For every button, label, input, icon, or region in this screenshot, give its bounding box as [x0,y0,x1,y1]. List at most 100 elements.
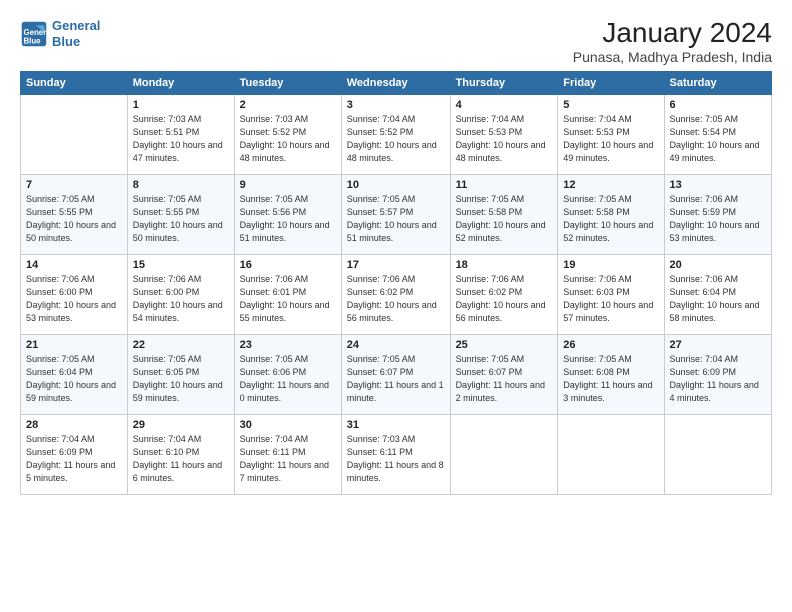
calendar-week-5: 28Sunrise: 7:04 AMSunset: 6:09 PMDayligh… [21,414,772,494]
calendar-cell: 10 Sunrise: 7:05 AMSunset: 5:57 PMDayligh… [341,174,450,254]
calendar-cell: 6 Sunrise: 7:05 AMSunset: 5:54 PMDaylight… [664,94,772,174]
day-number: 27 [670,339,767,351]
day-info: Sunrise: 7:03 AMSunset: 5:51 PMDaylight:… [133,113,229,165]
day-info: Sunrise: 7:06 AMSunset: 6:04 PMDaylight:… [670,273,767,325]
day-number: 11 [456,179,553,191]
day-number: 24 [347,339,445,351]
calendar-header-monday: Monday [127,71,234,94]
calendar-header-friday: Friday [558,71,664,94]
day-info: Sunrise: 7:06 AMSunset: 6:02 PMDaylight:… [456,273,553,325]
day-number: 18 [456,259,553,271]
logo-text: General Blue [52,18,100,49]
day-number: 22 [133,339,229,351]
logo: General Blue General Blue [20,18,100,49]
day-info: Sunrise: 7:06 AMSunset: 6:02 PMDaylight:… [347,273,445,325]
day-info: Sunrise: 7:03 AMSunset: 6:11 PMDaylight:… [347,433,445,485]
calendar-cell: 20 Sunrise: 7:06 AMSunset: 6:04 PMDayligh… [664,254,772,334]
calendar-cell [664,414,772,494]
calendar-cell: 31 Sunrise: 7:03 AMSunset: 6:11 PMDayligh… [341,414,450,494]
day-info: Sunrise: 7:05 AMSunset: 6:07 PMDaylight:… [347,353,445,405]
calendar-cell: 24 Sunrise: 7:05 AMSunset: 6:07 PMDayligh… [341,334,450,414]
day-info: Sunrise: 7:04 AMSunset: 6:09 PMDaylight:… [26,433,122,485]
calendar-cell: 29Sunrise: 7:04 AMSunset: 6:10 PMDayligh… [127,414,234,494]
day-info: Sunrise: 7:05 AMSunset: 5:55 PMDaylight:… [26,193,122,245]
calendar-cell [558,414,664,494]
day-info: Sunrise: 7:06 AMSunset: 6:00 PMDaylight:… [133,273,229,325]
calendar-table: SundayMondayTuesdayWednesdayThursdayFrid… [20,71,772,495]
day-info: Sunrise: 7:06 AMSunset: 6:00 PMDaylight:… [26,273,122,325]
calendar-header-tuesday: Tuesday [234,71,341,94]
day-number: 26 [563,339,658,351]
day-number: 1 [133,99,229,111]
day-number: 19 [563,259,658,271]
day-number: 6 [670,99,767,111]
calendar-cell: 22Sunrise: 7:05 AMSunset: 6:05 PMDayligh… [127,334,234,414]
day-info: Sunrise: 7:05 AMSunset: 5:56 PMDaylight:… [240,193,336,245]
calendar-header-thursday: Thursday [450,71,558,94]
calendar-cell: 21 Sunrise: 7:05 AMSunset: 6:04 PMDayligh… [21,334,128,414]
calendar-header-sunday: Sunday [21,71,128,94]
main-title: January 2024 [573,18,772,49]
calendar-header-row: SundayMondayTuesdayWednesdayThursdayFrid… [21,71,772,94]
calendar-cell: 28Sunrise: 7:04 AMSunset: 6:09 PMDayligh… [21,414,128,494]
day-number: 16 [240,259,336,271]
day-info: Sunrise: 7:05 AMSunset: 6:07 PMDaylight:… [456,353,553,405]
calendar-cell: 16 Sunrise: 7:06 AMSunset: 6:01 PMDayligh… [234,254,341,334]
day-number: 20 [670,259,767,271]
calendar-cell: 23 Sunrise: 7:05 AMSunset: 6:06 PMDayligh… [234,334,341,414]
svg-text:General: General [24,27,49,36]
day-info: Sunrise: 7:05 AMSunset: 6:06 PMDaylight:… [240,353,336,405]
day-number: 12 [563,179,658,191]
calendar-cell: 25Sunrise: 7:05 AMSunset: 6:07 PMDayligh… [450,334,558,414]
day-info: Sunrise: 7:04 AMSunset: 5:53 PMDaylight:… [563,113,658,165]
day-info: Sunrise: 7:05 AMSunset: 5:58 PMDaylight:… [456,193,553,245]
day-number: 8 [133,179,229,191]
header: General Blue General Blue January 2024 P… [20,18,772,65]
day-number: 7 [26,179,122,191]
day-info: Sunrise: 7:05 AMSunset: 5:58 PMDaylight:… [563,193,658,245]
day-info: Sunrise: 7:04 AMSunset: 6:10 PMDaylight:… [133,433,229,485]
calendar-cell: 14Sunrise: 7:06 AMSunset: 6:00 PMDayligh… [21,254,128,334]
day-number: 9 [240,179,336,191]
day-info: Sunrise: 7:03 AMSunset: 5:52 PMDaylight:… [240,113,336,165]
day-info: Sunrise: 7:06 AMSunset: 6:03 PMDaylight:… [563,273,658,325]
calendar-cell: 11 Sunrise: 7:05 AMSunset: 5:58 PMDayligh… [450,174,558,254]
day-number: 15 [133,259,229,271]
day-info: Sunrise: 7:06 AMSunset: 6:01 PMDaylight:… [240,273,336,325]
calendar-cell [450,414,558,494]
day-number: 13 [670,179,767,191]
day-number: 17 [347,259,445,271]
calendar-cell: 13 Sunrise: 7:06 AMSunset: 5:59 PMDayligh… [664,174,772,254]
calendar-cell: 3 Sunrise: 7:04 AMSunset: 5:52 PMDaylight… [341,94,450,174]
day-number: 5 [563,99,658,111]
calendar-cell: 15 Sunrise: 7:06 AMSunset: 6:00 PMDayligh… [127,254,234,334]
calendar-cell: 19 Sunrise: 7:06 AMSunset: 6:03 PMDayligh… [558,254,664,334]
day-info: Sunrise: 7:05 AMSunset: 6:08 PMDaylight:… [563,353,658,405]
day-number: 10 [347,179,445,191]
day-info: Sunrise: 7:05 AMSunset: 5:55 PMDaylight:… [133,193,229,245]
day-info: Sunrise: 7:05 AMSunset: 5:57 PMDaylight:… [347,193,445,245]
day-number: 21 [26,339,122,351]
day-number: 31 [347,419,445,431]
day-number: 30 [240,419,336,431]
calendar-header-saturday: Saturday [664,71,772,94]
calendar-cell: 4Sunrise: 7:04 AMSunset: 5:53 PMDaylight… [450,94,558,174]
day-info: Sunrise: 7:04 AMSunset: 5:52 PMDaylight:… [347,113,445,165]
calendar-cell: 27 Sunrise: 7:04 AMSunset: 6:09 PMDayligh… [664,334,772,414]
calendar-cell: 18 Sunrise: 7:06 AMSunset: 6:02 PMDayligh… [450,254,558,334]
logo-icon: General Blue [20,20,48,48]
day-number: 3 [347,99,445,111]
day-info: Sunrise: 7:06 AMSunset: 5:59 PMDaylight:… [670,193,767,245]
day-info: Sunrise: 7:05 AMSunset: 6:04 PMDaylight:… [26,353,122,405]
subtitle: Punasa, Madhya Pradesh, India [573,49,772,65]
day-number: 23 [240,339,336,351]
calendar-cell: 5 Sunrise: 7:04 AMSunset: 5:53 PMDaylight… [558,94,664,174]
calendar-week-3: 14Sunrise: 7:06 AMSunset: 6:00 PMDayligh… [21,254,772,334]
calendar-cell: 2Sunrise: 7:03 AMSunset: 5:52 PMDaylight… [234,94,341,174]
calendar-cell: 17 Sunrise: 7:06 AMSunset: 6:02 PMDayligh… [341,254,450,334]
day-info: Sunrise: 7:05 AMSunset: 5:54 PMDaylight:… [670,113,767,165]
calendar-week-2: 7 Sunrise: 7:05 AMSunset: 5:55 PMDaylight… [21,174,772,254]
day-number: 4 [456,99,553,111]
calendar-cell: 8 Sunrise: 7:05 AMSunset: 5:55 PMDaylight… [127,174,234,254]
day-info: Sunrise: 7:04 AMSunset: 6:09 PMDaylight:… [670,353,767,405]
